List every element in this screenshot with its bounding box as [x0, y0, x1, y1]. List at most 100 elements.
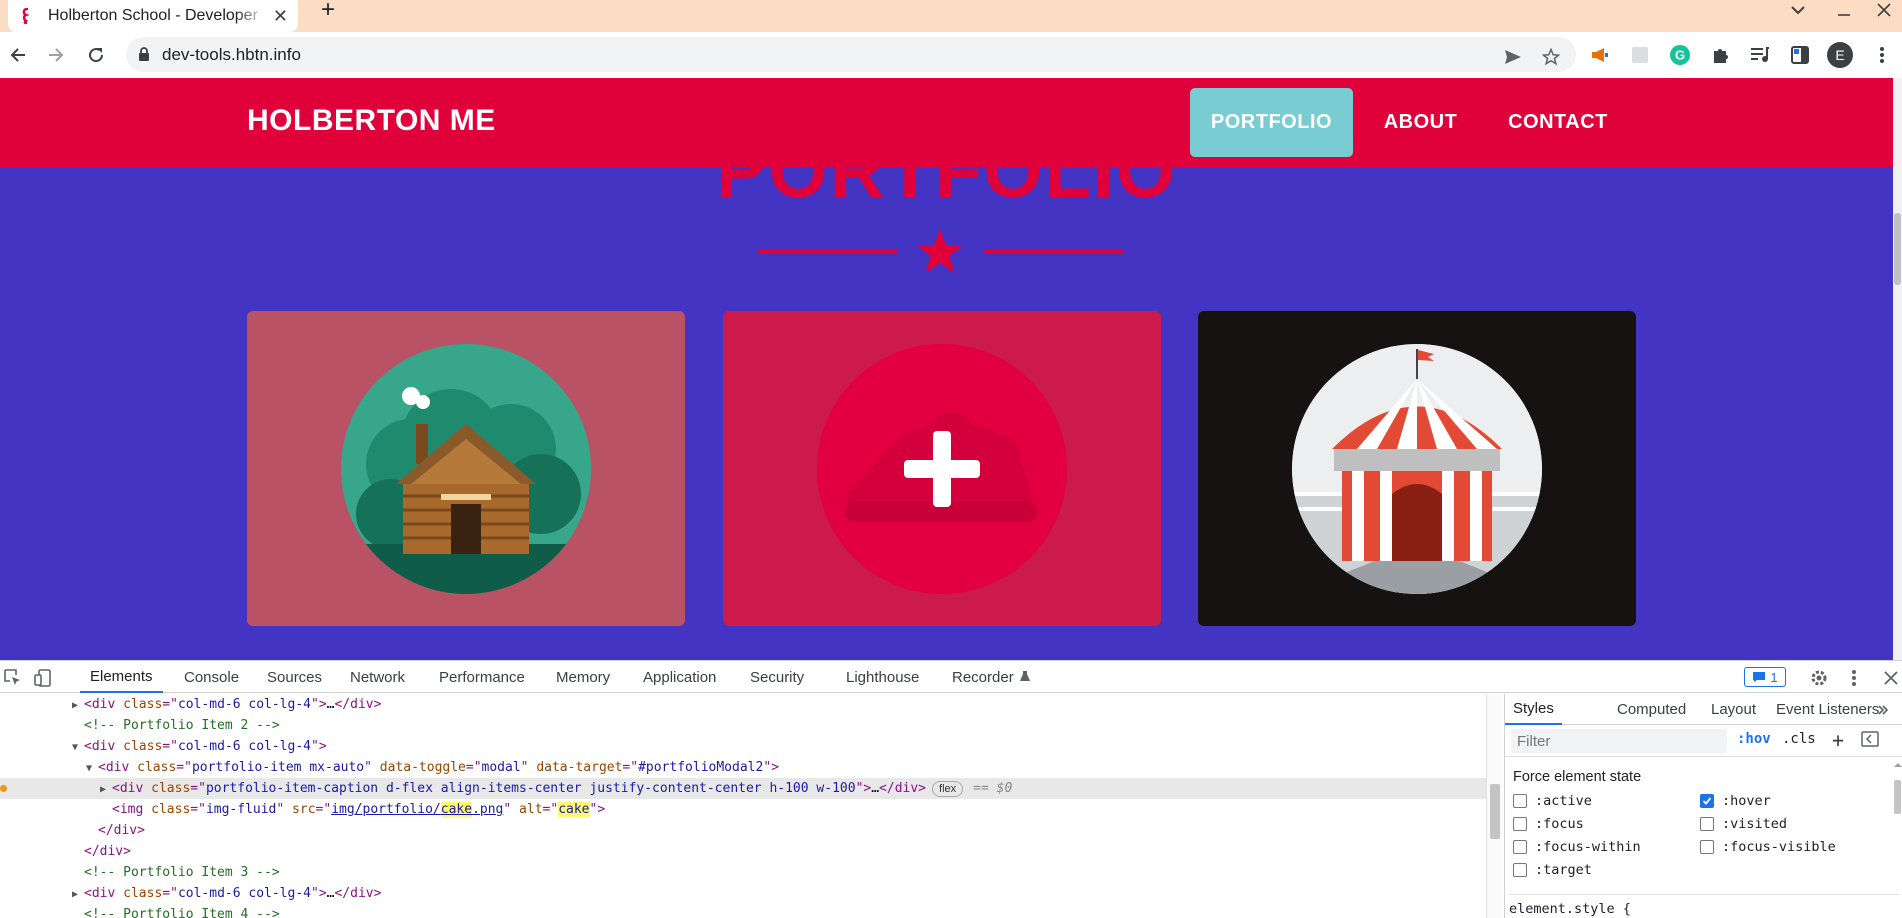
media-controls-icon[interactable] — [1747, 42, 1773, 68]
megaphone-extension-icon[interactable] — [1587, 42, 1613, 68]
checkbox[interactable] — [1513, 840, 1527, 854]
tab-styles[interactable]: Styles — [1505, 694, 1562, 725]
new-tab-icon[interactable]: + — [314, 0, 342, 23]
elements-scrollbar[interactable] — [1486, 694, 1502, 918]
extension-square-icon[interactable] — [1627, 42, 1653, 68]
state-target[interactable]: :target — [1513, 861, 1592, 879]
collapse-triangle-icon[interactable]: ▼ — [72, 737, 84, 758]
dom-node[interactable]: ▼ <div class="portfolio-item mx-auto" dat… — [0, 757, 1486, 778]
inspect-element-icon[interactable] — [2, 667, 24, 689]
styles-scrollbar-thumb[interactable] — [1894, 780, 1901, 814]
page-scrollbar-thumb[interactable] — [1894, 213, 1901, 285]
dom-comment[interactable]: <!-- Portfolio Item 4 --> — [0, 904, 1486, 918]
side-panel-icon[interactable] — [1787, 42, 1813, 68]
nav-portfolio[interactable]: PORTFOLIO — [1190, 88, 1353, 157]
nav-about[interactable]: ABOUT — [1363, 88, 1478, 157]
dom-comment[interactable]: <!-- Portfolio Item 3 --> — [0, 862, 1486, 883]
elements-scrollbar-thumb[interactable] — [1490, 784, 1500, 839]
dom-node[interactable]: ▶ <div class="col-md-6 col-lg-4">…</div> — [0, 883, 1486, 904]
browser-menu-icon[interactable] — [1869, 42, 1895, 68]
styles-filter-input[interactable] — [1511, 729, 1727, 753]
devtools-menu-icon[interactable] — [1843, 667, 1865, 689]
checkbox[interactable] — [1513, 794, 1527, 808]
tab-security[interactable]: Security — [750, 661, 804, 693]
state-hover[interactable]: :hover — [1700, 792, 1771, 810]
tab-computed[interactable]: Computed — [1617, 694, 1686, 725]
expand-triangle-icon[interactable]: ▶ — [72, 884, 84, 905]
close-window-icon[interactable] — [1876, 0, 1892, 20]
devtools-settings-icon[interactable] — [1808, 667, 1830, 689]
devtools-close-icon[interactable] — [1880, 667, 1902, 689]
issues-count: 1 — [1770, 669, 1778, 685]
dom-close-tag[interactable]: </div> — [0, 841, 1486, 862]
checkbox[interactable] — [1700, 817, 1714, 831]
dom-node-selected[interactable]: ▶ <div class="portfolio-item-caption d-fl… — [0, 778, 1486, 799]
extensions-puzzle-icon[interactable] — [1708, 42, 1734, 68]
browser-tab[interactable]: Holberton School - Developer ✕ — [8, 0, 298, 32]
checkbox[interactable] — [1513, 863, 1527, 877]
element-style-rule[interactable]: element.style { — [1509, 894, 1899, 917]
cake-image — [817, 343, 1067, 594]
state-focus-visible[interactable]: :focus-visible — [1700, 838, 1836, 856]
checkbox-checked[interactable] — [1700, 794, 1714, 808]
tab-performance[interactable]: Performance — [439, 661, 525, 693]
flex-badge[interactable]: flex — [932, 780, 964, 797]
tab-layout[interactable]: Layout — [1711, 694, 1756, 725]
dom-node[interactable]: ▼ <div class="col-md-6 col-lg-4"> — [0, 736, 1486, 757]
address-bar[interactable]: dev-tools.hbtn.info — [126, 37, 1576, 72]
dom-close-tag[interactable]: </div> — [0, 820, 1486, 841]
state-active[interactable]: :active — [1513, 792, 1592, 810]
dom-comment[interactable]: <!-- Portfolio Item 2 --> — [0, 715, 1486, 736]
reload-icon[interactable] — [81, 40, 111, 70]
tab-memory[interactable]: Memory — [556, 661, 610, 693]
tab-console[interactable]: Console — [184, 661, 239, 693]
tab-network[interactable]: Network — [350, 661, 405, 693]
profile-initial: E — [1835, 47, 1845, 63]
collapse-triangle-icon[interactable]: ▼ — [86, 758, 98, 779]
tab-recorder[interactable]: Recorder — [952, 661, 1030, 693]
styles-scrollbar[interactable] — [1893, 757, 1902, 918]
img-src-link[interactable]: img/portfolio/cake.png — [331, 802, 503, 817]
site-brand[interactable]: HOLBERTON ME — [247, 104, 496, 138]
device-toolbar-icon[interactable] — [32, 667, 54, 689]
checkbox[interactable] — [1700, 840, 1714, 854]
back-arrow-icon[interactable] — [3, 40, 33, 70]
profile-avatar[interactable]: E — [1827, 42, 1853, 68]
tab-sources[interactable]: Sources — [267, 661, 322, 693]
grammarly-icon[interactable]: G — [1667, 42, 1693, 68]
minimize-icon[interactable] — [1836, 0, 1852, 20]
site-navbar: HOLBERTON ME PORTFOLIO ABOUT CONTACT — [0, 78, 1893, 167]
state-visited[interactable]: :visited — [1700, 815, 1787, 833]
tab-search-icon[interactable] — [1790, 0, 1806, 20]
tab-lighthouse[interactable]: Lighthouse — [846, 661, 919, 693]
state-focus-within[interactable]: :focus-within — [1513, 838, 1641, 856]
more-tabs-chevron-icon[interactable] — [1877, 694, 1889, 725]
new-style-rule-icon[interactable]: + — [1832, 728, 1844, 752]
tab-application[interactable]: Application — [643, 661, 716, 693]
star-icon — [917, 229, 963, 273]
portfolio-item-cabin[interactable] — [247, 311, 685, 626]
nav-contact[interactable]: CONTACT — [1488, 88, 1628, 157]
divider-line-left — [758, 249, 898, 253]
scroll-up-arrow-icon[interactable] — [1893, 760, 1902, 770]
tab-event-listeners[interactable]: Event Listeners — [1776, 694, 1879, 725]
checkbox[interactable] — [1513, 817, 1527, 831]
hov-toggle[interactable]: :hov — [1737, 731, 1771, 747]
expand-triangle-icon[interactable]: ▶ — [72, 695, 84, 716]
dom-node[interactable]: ▶ <div class="col-md-6 col-lg-4">…</div> — [0, 694, 1486, 715]
tab-close-icon[interactable]: ✕ — [273, 6, 288, 27]
toggle-sidebar-icon[interactable] — [1861, 731, 1879, 751]
dom-node[interactable]: <img class="img-fluid" src="img/portfoli… — [0, 799, 1486, 820]
bookmark-star-icon[interactable] — [1539, 45, 1563, 69]
portfolio-item-cake[interactable] — [723, 311, 1161, 626]
expand-triangle-icon[interactable]: ▶ — [100, 779, 112, 800]
forward-arrow-icon[interactable] — [41, 40, 71, 70]
send-tab-icon[interactable] — [1501, 45, 1525, 69]
state-focus[interactable]: :focus — [1513, 815, 1584, 833]
tab-elements[interactable]: Elements — [80, 661, 163, 693]
checkmark-icon — [1702, 797, 1712, 805]
cls-toggle[interactable]: .cls — [1782, 731, 1816, 747]
portfolio-item-circus[interactable] — [1198, 311, 1636, 626]
page-scrollbar[interactable] — [1893, 78, 1902, 660]
issues-badge[interactable]: 1 — [1744, 667, 1786, 687]
